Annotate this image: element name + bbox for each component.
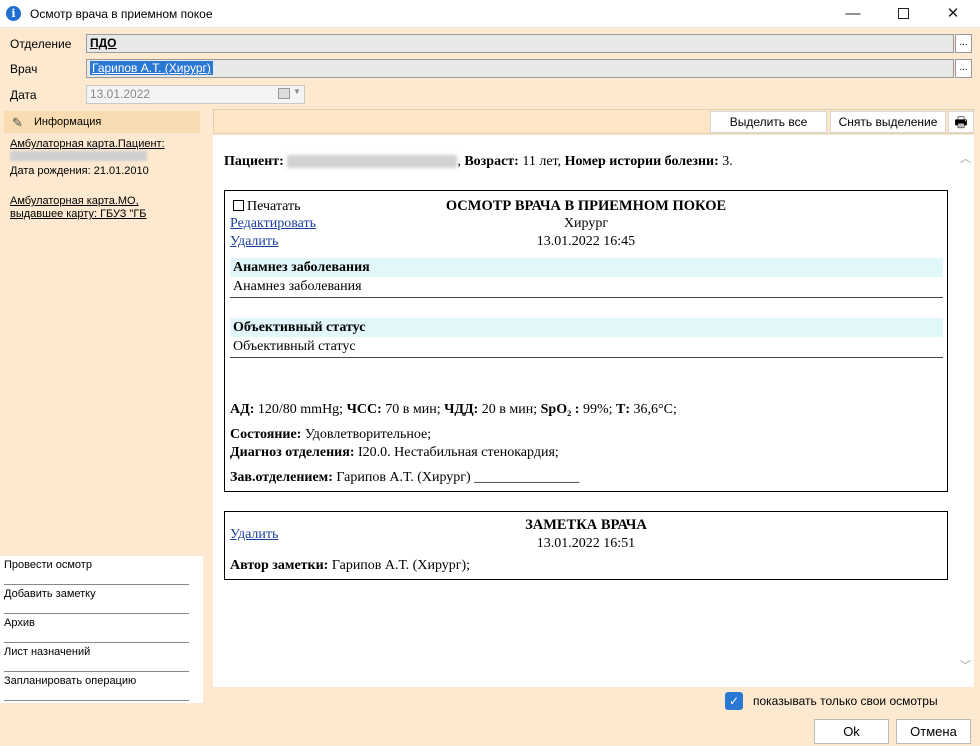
diagnosis-line: Диагноз отделения: I20.0. Нестабильная с… (230, 445, 559, 460)
department-row: Отделение ПДО ... (0, 32, 980, 54)
date-label: Дата (10, 88, 37, 102)
vertical-scrollbar[interactable]: ︿ ﹀ (957, 135, 974, 687)
edit-note-icon: ✎ (12, 115, 23, 130)
action-archive[interactable]: Архив (4, 614, 189, 643)
action-list: Провести осмотр Добавить заметку Архив Л… (0, 556, 203, 703)
sidebar-info-header[interactable]: ✎ Информация (4, 111, 200, 133)
cancel-button[interactable]: Отмена (896, 719, 971, 744)
sidebar-card-link[interactable]: Амбулаторная карта.Пациент: (10, 138, 165, 151)
exam-datetime: 13.01.2022 16:45 (536, 234, 636, 249)
redacted-patient-name (287, 155, 458, 169)
condition-line: Состояние: Удовлетворительное; (230, 427, 432, 442)
date-field[interactable]: 13.01.2022 (86, 85, 305, 104)
exam-specialty: Хирург (563, 216, 609, 231)
patient-summary: Пациент: , Возраст: 11 лет, Номер истори… (224, 154, 733, 169)
objective-heading: Объективный статус (230, 318, 943, 337)
sidebar-mo-link-line1[interactable]: Амбулаторная карта.МО, (10, 195, 139, 208)
exam-card: Печатать ОСМОТР ВРАЧА В ПРИЕМНОМ ПОКОЕ Х… (224, 190, 948, 492)
action-schedule-operation[interactable]: Запланировать операцию (4, 672, 189, 701)
redacted-patient-name (10, 151, 147, 161)
calendar-icon[interactable] (278, 88, 290, 99)
doctor-browse-button[interactable]: ... (955, 59, 972, 78)
maximize-button[interactable] (880, 0, 926, 28)
note-title: ЗАМЕТКА ВРАЧА (525, 517, 647, 533)
doctor-field[interactable]: Гарипов А.Т. (Хирург) (86, 59, 954, 78)
action-prescriptions[interactable]: Лист назначений (4, 643, 189, 672)
title-bar: i Осмотр врача в приемном покое — ✕ (0, 0, 980, 28)
exam-title: ОСМОТР ВРАЧА В ПРИЕМНОМ ПОКОЕ (445, 198, 727, 214)
department-head-line: Зав.отделением: Гарипов А.Т. (Хирург) __… (230, 470, 580, 485)
minimize-button[interactable]: — (830, 0, 876, 28)
info-icon: i (6, 6, 21, 21)
department-browse-button[interactable]: ... (955, 34, 972, 53)
chevron-up-icon[interactable]: ︿ (960, 150, 971, 166)
sidebar-birth-date: Дата рождения: 21.01.2010 (10, 165, 149, 177)
doctor-label: Врач (10, 62, 38, 76)
close-button[interactable]: ✕ (930, 0, 976, 28)
chevron-down-icon[interactable]: ▼ (293, 87, 301, 96)
only-own-label: показывать только свои осмотры (753, 694, 938, 708)
vitals-line: АД: 120/80 mmHg; ЧСС: 70 в мин; ЧДД: 20 … (230, 402, 677, 417)
edit-link[interactable]: Редактировать (230, 216, 316, 232)
department-field[interactable]: ПДО (86, 34, 954, 53)
chevron-down-icon[interactable]: ﹀ (960, 657, 971, 673)
maximize-icon (897, 8, 909, 19)
objective-text: Объективный статус (230, 337, 943, 358)
note-author-line: Автор заметки: Гарипов А.Т. (Хирург); (230, 558, 471, 573)
document-view: Пациент: , Возраст: 11 лет, Номер истори… (213, 135, 974, 687)
action-conduct-exam[interactable]: Провести осмотр (4, 556, 189, 585)
sidebar-info-label: Информация (34, 116, 102, 128)
only-own-checkbox[interactable]: ✓ (725, 692, 743, 710)
doctor-note-card: ЗАМЕТКА ВРАЧА Удалить 13.01.2022 16:51 А… (224, 511, 948, 580)
anamnesis-heading: Анамнез заболевания (230, 258, 943, 277)
window-title: Осмотр врача в приемном покое (30, 7, 213, 21)
deselect-button[interactable]: Снять выделение (830, 111, 946, 133)
print-icon[interactable]: 🖶 (948, 111, 974, 133)
sidebar-mo-link-line2[interactable]: выдавшее карту: ГБУЗ "ГБ (10, 208, 147, 221)
anamnesis-text: Анамнез заболевания (230, 277, 943, 298)
ok-button[interactable]: Ok (814, 719, 889, 744)
date-row: Дата 13.01.2022 ▼ (0, 83, 980, 105)
action-add-note[interactable]: Добавить заметку (4, 585, 189, 614)
department-label: Отделение (10, 37, 72, 51)
select-all-button[interactable]: Выделить все (710, 111, 827, 133)
note-datetime: 13.01.2022 16:51 (536, 536, 636, 551)
doctor-row: Врач Гарипов А.Т. (Хирург) ... (0, 57, 980, 79)
document-toolbar: Выделить все Снять выделение 🖶 (213, 109, 974, 134)
